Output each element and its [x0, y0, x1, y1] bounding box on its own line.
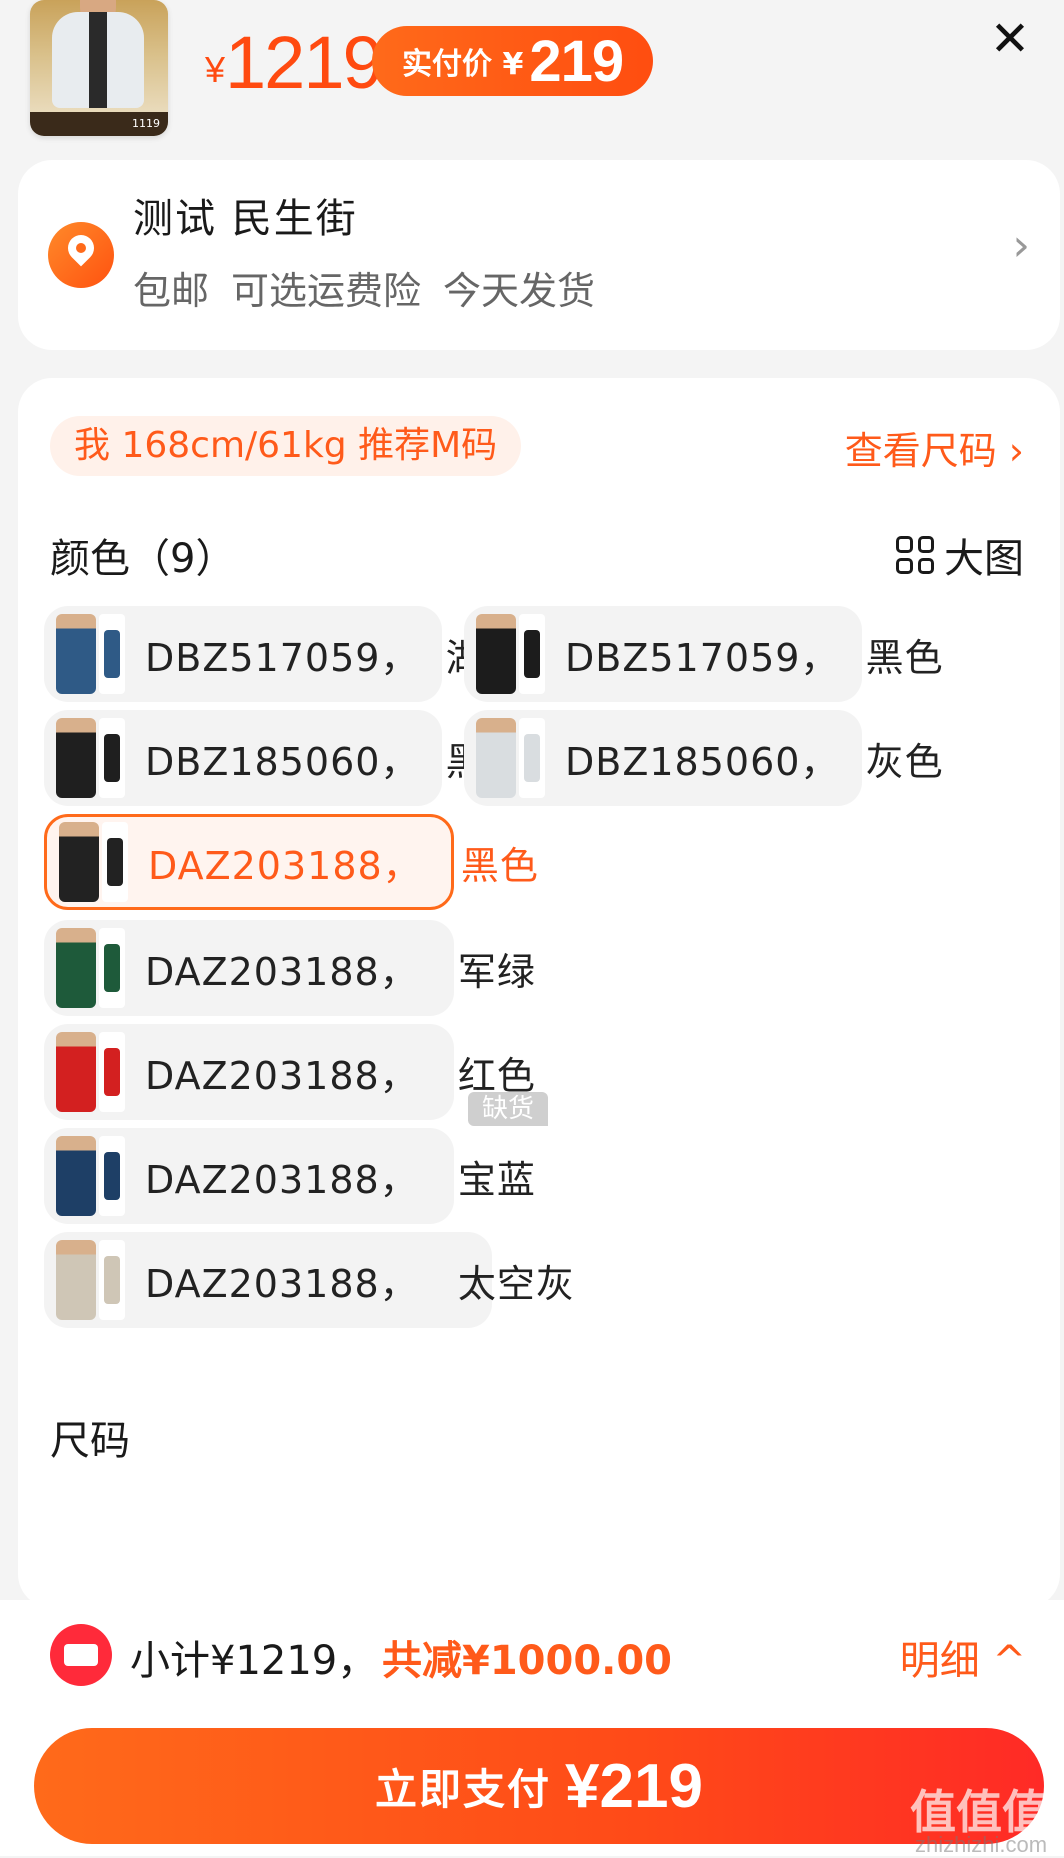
address-name: 测试 民生街 — [133, 196, 358, 242]
actual-price-badge: 实付价 ¥ 219 — [372, 26, 654, 96]
size-chart-link[interactable]: 查看尺码 › — [845, 420, 1024, 475]
color-swatch-image — [56, 614, 96, 694]
address-card[interactable]: 测试 民生街 包邮 可选运费险 今天发货 › — [18, 160, 1060, 350]
location-pin-icon — [48, 222, 114, 288]
close-icon[interactable]: ✕ — [985, 14, 1035, 64]
color-option-label: DAZ203188， 太空灰 — [145, 1261, 575, 1306]
color-option-label: DAZ203188， 军绿 — [145, 949, 536, 994]
color-swatch-image — [56, 928, 96, 1008]
big-image-label: 大图 — [944, 536, 1024, 582]
shipping-tag: 今天发货 — [443, 269, 596, 313]
color-option-label: DBZ185060， 灰色 — [565, 739, 944, 784]
shipping-tag: 可选运费险 — [231, 269, 422, 313]
color-option[interactable]: DAZ203188， 军绿 — [44, 920, 535, 1016]
color-option-label: DAZ203188， 黑色 — [148, 843, 539, 888]
price-detail-toggle[interactable]: 明细 ^ — [900, 1628, 1026, 1686]
color-option[interactable]: DBZ185060， 灰色 — [464, 710, 943, 806]
thumbnail-price-strip: 1119 — [30, 112, 168, 136]
color-option[interactable]: DAZ203188， 红色 — [44, 1024, 535, 1120]
color-swatch-image — [56, 1240, 96, 1320]
watermark-url: zhizhizhi.com — [915, 1832, 1048, 1857]
size-section-title: 尺码 — [50, 1418, 130, 1464]
checkout-footer: 小计¥1219， 共减¥1000.00 明细 ^ 立即支付 ¥219 值值值 z… — [0, 1600, 1064, 1857]
original-price-value: 1219 — [225, 21, 384, 104]
pay-now-amount: ¥219 — [565, 1751, 703, 1821]
color-option[interactable]: DBZ517059， 黑色 — [464, 606, 943, 702]
total-discount: 共减¥1000.00 — [382, 1638, 673, 1684]
pay-now-button[interactable]: 立即支付 ¥219 — [34, 1728, 1044, 1844]
grid-view-icon — [896, 536, 934, 574]
color-option[interactable]: DBZ517059， 湖蓝 — [44, 606, 523, 702]
out-of-stock-badge: 缺货 — [468, 1092, 548, 1126]
product-thumbnail[interactable]: 1119 — [30, 0, 168, 136]
color-option[interactable]: DAZ203188， 宝蓝 — [44, 1128, 535, 1224]
header: 1119 ¥1219 实付价 ¥ 219 ✕ — [0, 0, 1064, 150]
jacket-image — [52, 12, 144, 108]
color-option-selected[interactable]: DAZ203188， 黑色 — [44, 814, 538, 910]
big-image-toggle[interactable]: 大图 — [896, 526, 1024, 584]
color-swatch-image — [56, 1136, 96, 1216]
shipping-tag: 包邮 — [133, 269, 210, 313]
actual-price-label: 实付价 ¥ — [402, 47, 524, 82]
size-recommendation[interactable]: 我 168cm/61kg 推荐M码 — [50, 416, 522, 476]
coupon-icon — [50, 1624, 112, 1686]
subtotal: 小计¥1219， — [130, 1638, 378, 1684]
currency-symbol: ¥ — [205, 49, 225, 90]
shipping-tags: 包邮 可选运费险 今天发货 — [133, 260, 595, 315]
actual-price-value: 219 — [529, 28, 624, 94]
color-option[interactable]: DBZ185060， 黑色 — [44, 710, 523, 806]
color-option-label: DAZ203188， 宝蓝 — [145, 1157, 536, 1202]
chevron-right-icon: › — [1012, 220, 1030, 271]
color-swatch-image — [59, 822, 99, 902]
pay-now-label: 立即支付 — [375, 1764, 552, 1814]
sku-card: 我 168cm/61kg 推荐M码 查看尺码 › 颜色（9） 大图 DBZ517… — [18, 378, 1060, 1608]
color-swatch-image — [476, 718, 516, 798]
color-option[interactable]: DAZ203188， 太空灰 — [44, 1232, 574, 1328]
color-option-label: DBZ517059， 黑色 — [565, 635, 944, 680]
color-swatch-image — [56, 718, 96, 798]
color-swatch-image — [476, 614, 516, 694]
original-price: ¥1219 — [205, 20, 384, 105]
color-section-title: 颜色（9） — [50, 536, 236, 582]
color-swatch-image — [56, 1032, 96, 1112]
